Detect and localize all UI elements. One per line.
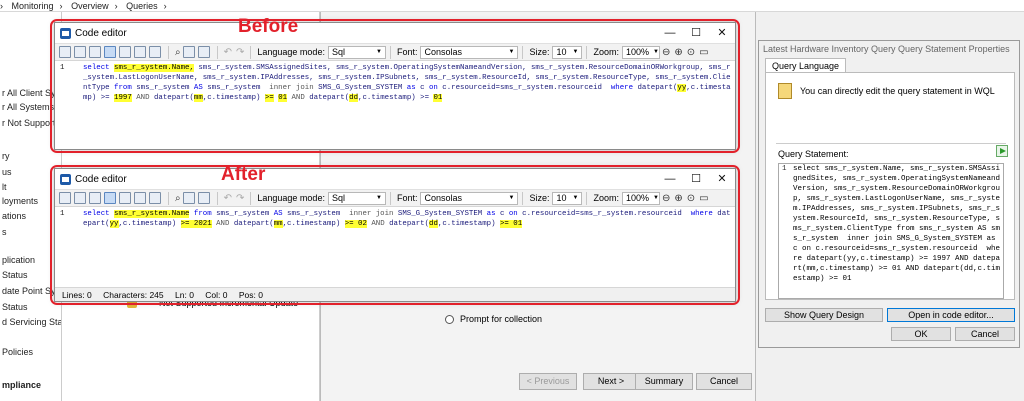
previous-button[interactable]: < Previous — [519, 373, 577, 390]
breadcrumb-item-overview[interactable]: Overview — [71, 1, 109, 11]
breadcrumb-item-queries[interactable]: Queries — [126, 1, 158, 11]
after-annotation: After — [221, 164, 266, 185]
window-title: Latest Hardware Inventory Query Query St… — [763, 44, 1010, 54]
show-query-design-button[interactable]: Show Query Design — [765, 308, 883, 322]
nav-item[interactable]: Status — [2, 302, 28, 312]
query-statement-text: select sms_r_system.Name, sms_r_system.S… — [793, 165, 1001, 283]
next-button[interactable]: Next > — [583, 373, 639, 390]
nav-item[interactable]: r Not Support — [2, 118, 56, 128]
cancel-button[interactable]: Cancel — [696, 373, 752, 390]
info-box: You can directly edit the query statemen… — [778, 83, 995, 99]
nav-item[interactable]: ry — [2, 151, 10, 161]
nav-item[interactable]: loyments — [2, 196, 38, 206]
query-statement-label: Query Statement: — [778, 149, 849, 159]
nav-item[interactable]: d Servicing Status — [2, 317, 61, 327]
nav-item[interactable]: r All Client Sy — [2, 88, 56, 98]
summary-button[interactable]: Summary — [635, 373, 693, 390]
radio-icon — [445, 314, 454, 324]
breadcrumb: › Monitoring › Overview › Queries › — [0, 0, 1024, 12]
tab-query-language[interactable]: Query Language — [765, 58, 847, 72]
breadcrumb-item-monitoring[interactable]: Monitoring — [12, 1, 54, 11]
nav-item[interactable]: date Point Sy — [2, 286, 56, 296]
nav-item[interactable]: ations — [2, 211, 26, 221]
query-statement-textbox[interactable]: 1 select sms_r_system.Name, sms_r_system… — [778, 163, 1004, 299]
nav-item[interactable]: s — [2, 227, 7, 237]
nav-item[interactable]: plication — [2, 255, 35, 265]
before-highlight-frame — [50, 19, 740, 153]
nav-item[interactable]: Policies — [2, 347, 33, 357]
back-icon[interactable]: › — [0, 1, 3, 11]
query-language-panel: You can directly edit the query statemen… — [765, 72, 1015, 300]
run-icon[interactable] — [996, 145, 1008, 157]
before-annotation: Before — [238, 16, 299, 37]
query-document-icon — [778, 83, 792, 99]
ok-button[interactable]: OK — [891, 327, 951, 341]
nav-item[interactable]: Status — [2, 270, 28, 280]
prompt-for-collection-radio[interactable]: Prompt for collection — [445, 314, 542, 324]
nav-item[interactable]: us — [2, 167, 12, 177]
cancel-button[interactable]: Cancel — [955, 327, 1015, 341]
open-in-code-editor-button[interactable]: Open in code editor... — [887, 308, 1015, 322]
nav-item[interactable]: mpliance — [2, 380, 41, 390]
line-number: 1 — [782, 165, 787, 173]
after-highlight-frame — [50, 165, 740, 305]
nav-item[interactable]: lt — [2, 182, 7, 192]
query-properties-window: Latest Hardware Inventory Query Query St… — [758, 40, 1020, 348]
